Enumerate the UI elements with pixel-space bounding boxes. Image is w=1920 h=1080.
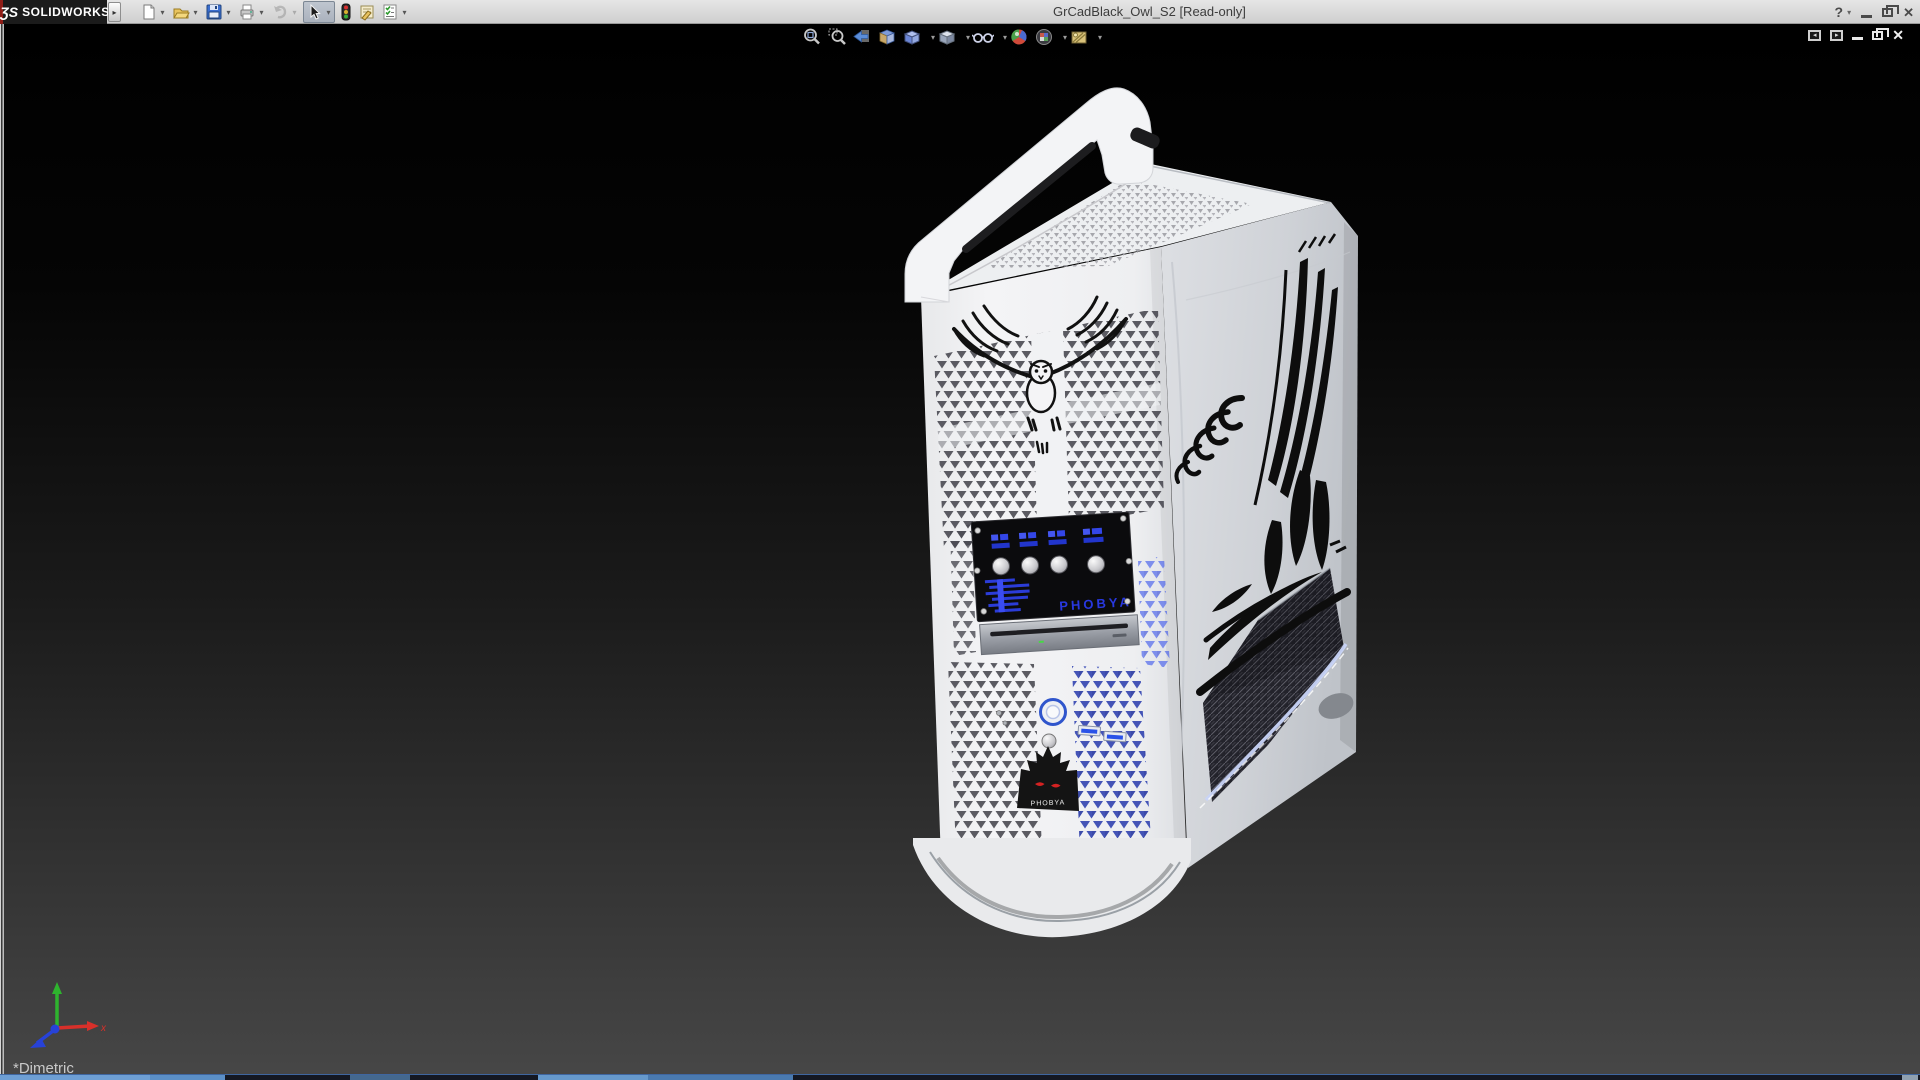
taskbar-strip[interactable] (0, 1074, 1920, 1080)
help-button[interactable]: ? (1835, 4, 1844, 20)
minimize-button[interactable] (1861, 15, 1872, 18)
view-orientation-button[interactable] (902, 27, 922, 47)
rebuild-button[interactable] (338, 1, 354, 23)
menu-expander-button[interactable]: ▸ (108, 2, 121, 22)
previous-view-button[interactable] (852, 27, 872, 47)
taskbar-segment[interactable] (538, 1075, 648, 1080)
file-properties-button[interactable] (357, 1, 377, 23)
fan-controller-panel: PHOBYA (971, 512, 1139, 655)
mdi-restore-button[interactable] (1872, 31, 1883, 40)
graphics-viewport[interactable]: PHOBYA (0, 24, 1920, 1080)
select-tool-caret[interactable]: ▾ (324, 8, 333, 17)
solidworks-logo: ƷS SOLIDWORKS (3, 0, 107, 24)
taskbar-segment[interactable] (648, 1075, 793, 1080)
window-controls: ? ▾ ✕ (1835, 0, 1914, 24)
document-title: GrCadBlack_Owl_S2 [Read-only] (1053, 4, 1246, 19)
3d-scene[interactable]: PHOBYA (0, 24, 1920, 1080)
hide-show-items-button[interactable] (972, 27, 994, 47)
view-settings-caret[interactable]: ▾ (1096, 33, 1104, 42)
show-taskpane-button[interactable]: ▸ (1830, 30, 1843, 41)
restore-button[interactable] (1882, 8, 1893, 17)
headsup-view-toolbar: ▾ ▾ ▾ ▾ ▾ (802, 26, 1104, 48)
view-orientation-caret[interactable]: ▾ (929, 33, 937, 42)
apply-scene-caret[interactable]: ▾ (1061, 33, 1069, 42)
section-view-button[interactable] (877, 27, 897, 47)
drive-led (1039, 641, 1044, 643)
open-button[interactable]: ▾ (171, 1, 201, 23)
logo-brand: SOLIDWORKS (22, 5, 110, 19)
show-featuremanager-button[interactable]: ◂ (1808, 30, 1821, 41)
taskbar-segment[interactable] (1902, 1075, 1918, 1080)
new-document-button[interactable]: ▾ (138, 1, 168, 23)
orientation-triad: x (30, 982, 107, 1048)
taskbar-segment[interactable] (350, 1075, 410, 1080)
titlebar: ƷS SOLIDWORKS ▸ ▾ ▾ ▾ ▾ (0, 0, 1920, 24)
apply-scene-button[interactable] (1034, 27, 1054, 47)
close-button[interactable]: ✕ (1903, 6, 1914, 19)
undo-button[interactable]: ▾ (270, 1, 300, 23)
taskbar-segment[interactable] (0, 1075, 150, 1080)
undo-caret[interactable]: ▾ (290, 8, 299, 17)
taskbar-segment[interactable] (150, 1075, 225, 1080)
mdi-close-button[interactable]: ✕ (1892, 28, 1904, 42)
edit-appearance-button[interactable] (1009, 27, 1029, 47)
mdi-minimize-button[interactable] (1852, 37, 1863, 40)
save-caret[interactable]: ▾ (224, 8, 233, 17)
standard-toolbar: ▾ ▾ ▾ ▾ ▾ ▾ (138, 0, 413, 24)
badge-text: PHOBYA (1031, 799, 1066, 807)
display-style-button[interactable] (937, 27, 957, 47)
save-button[interactable]: ▾ (204, 1, 234, 23)
print-button[interactable]: ▾ (237, 1, 267, 23)
open-caret[interactable]: ▾ (191, 8, 200, 17)
print-caret[interactable]: ▾ (257, 8, 266, 17)
logo-mark: ƷS (0, 4, 18, 20)
select-tool-button[interactable]: ▾ (303, 1, 335, 23)
display-style-caret[interactable]: ▾ (964, 33, 972, 42)
zoom-to-area-button[interactable] (827, 27, 847, 47)
view-settings-button[interactable] (1069, 27, 1089, 47)
options-button[interactable]: ▾ (380, 1, 410, 23)
help-caret[interactable]: ▾ (1847, 8, 1851, 17)
front-lower-mesh-left (944, 658, 1048, 858)
x-axis-label: x (100, 1023, 107, 1034)
reset-button (1042, 734, 1056, 748)
model-pc-case: PHOBYA (905, 88, 1358, 937)
options-caret[interactable]: ▾ (400, 8, 409, 17)
hide-show-items-caret[interactable]: ▾ (1001, 33, 1009, 42)
new-document-caret[interactable]: ▾ (158, 8, 167, 17)
zoom-to-fit-button[interactable] (802, 27, 822, 47)
solidworks-window: ƷS SOLIDWORKS ▸ ▾ ▾ ▾ ▾ (0, 0, 1920, 1080)
mdi-window-controls: ◂ ▸ ✕ (1808, 28, 1904, 42)
